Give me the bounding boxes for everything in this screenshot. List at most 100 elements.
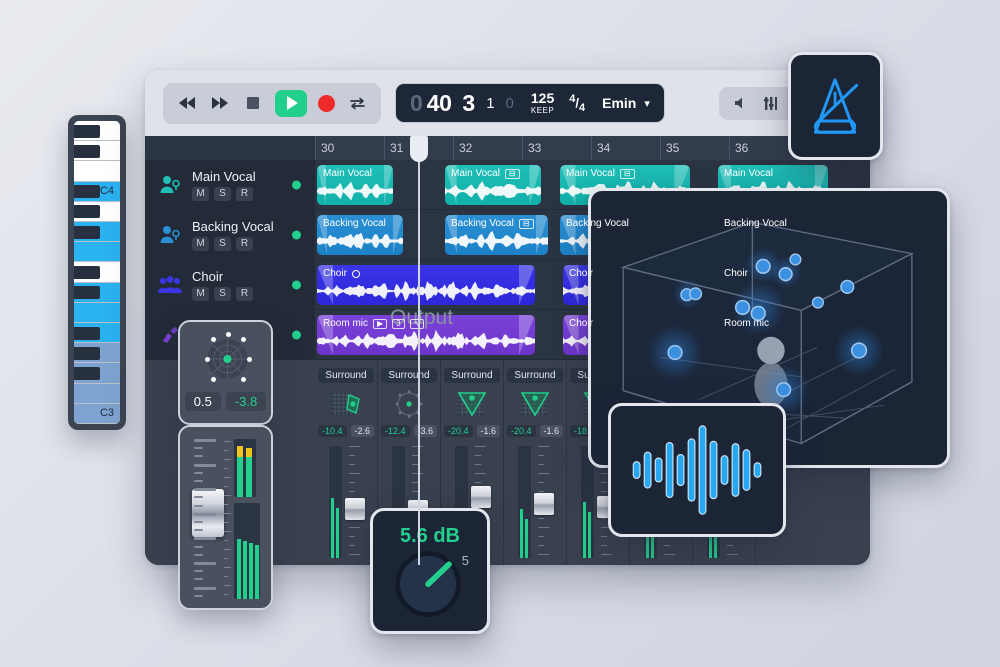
surround-grid-icon[interactable] [328, 388, 364, 420]
surround-cone-icon[interactable] [517, 388, 553, 420]
surround-panner-panel[interactable]: 0.5 -3.8 [178, 320, 273, 425]
panner-level-value[interactable]: -3.8 [225, 392, 267, 411]
strip-value-left[interactable]: -20.4 [443, 425, 473, 437]
strip-value-right[interactable]: -2.6 [350, 425, 375, 437]
track-record-indicator[interactable] [292, 180, 301, 189]
surround-cone-icon[interactable] [454, 388, 490, 420]
audio-clip[interactable]: Main Vocal ⊟ [445, 165, 541, 205]
piano-black-key[interactable] [74, 124, 100, 138]
record-button[interactable] [318, 94, 335, 112]
clip-label: Backing Vocal ⊟ [451, 218, 534, 229]
toolbar: 0 40 3 1 0 125 KEEP 4/4 Emin ▾ [145, 70, 870, 136]
track-record-indicator[interactable] [292, 280, 301, 289]
strip-controls [518, 446, 554, 558]
timeline-ruler[interactable]: 3031323334353637 [315, 136, 870, 160]
piano-keyboard[interactable]: C4 C3 [68, 115, 126, 430]
play-button[interactable] [275, 89, 307, 117]
fast-forward-button[interactable] [209, 92, 231, 114]
track-s-button[interactable]: S [214, 186, 231, 201]
track-m-button[interactable]: M [192, 286, 209, 301]
piano-black-key[interactable] [74, 367, 100, 380]
piano-white-key[interactable] [74, 302, 120, 323]
lcd-display[interactable]: 0 40 3 1 0 125 KEEP 4/4 Emin ▾ [395, 83, 665, 123]
track-r-button[interactable]: R [236, 286, 253, 301]
group-people-icon [158, 275, 182, 293]
piano-black-key[interactable] [74, 144, 100, 158]
audio-clip[interactable]: Choir [317, 265, 535, 305]
track-r-button[interactable]: R [236, 186, 253, 201]
track-header[interactable]: Main Vocal MSR [145, 160, 315, 209]
tempo-value: 125 [530, 90, 555, 106]
piano-black-key[interactable] [74, 225, 100, 239]
track-s-button[interactable]: S [214, 286, 231, 301]
channel-fader-panel[interactable] [178, 425, 273, 610]
surround-knob-icon[interactable] [391, 388, 427, 420]
strip-value-right[interactable]: -1.6 [476, 425, 501, 437]
piano-black-key[interactable] [74, 286, 100, 300]
knob-dial[interactable] [373, 550, 487, 626]
stop-button[interactable] [242, 92, 264, 114]
clip-label: Backing Vocal [566, 218, 629, 229]
track-info: Main Vocal MSR [192, 169, 256, 201]
panner-position-value[interactable]: 0.5 [184, 392, 221, 411]
knob-scale-label: 5 [461, 553, 469, 568]
clip-label: Main Vocal [724, 168, 773, 179]
ruler-mark: 30 [315, 136, 384, 160]
knob-value: 5.6 dB [399, 525, 461, 547]
piano-black-key[interactable] [74, 326, 100, 340]
strip-values: -10.4 -2.6 [317, 425, 375, 437]
strip-fader-handle[interactable] [471, 486, 491, 508]
strip-value-left[interactable]: -12.4 [380, 425, 410, 437]
strip-fader[interactable] [345, 446, 365, 558]
mixer-channel-strip[interactable]: Surround -10.4 -2.6 [315, 360, 378, 565]
strip-fader-handle[interactable] [345, 498, 365, 520]
piano-white-key[interactable] [74, 161, 120, 182]
loop-button[interactable] [346, 92, 368, 114]
time-signature[interactable]: 4/4 [569, 93, 585, 114]
tempo-field[interactable]: 125 KEEP [531, 91, 554, 115]
fader-track[interactable] [192, 439, 224, 597]
track-m-button[interactable]: M [192, 186, 209, 201]
track-record-indicator[interactable] [292, 330, 301, 339]
playhead-handle[interactable] [410, 136, 428, 162]
audio-clip[interactable]: Backing Vocal [317, 215, 403, 255]
track-record-indicator[interactable] [292, 230, 301, 239]
strip-fader[interactable] [534, 446, 554, 558]
clip-label: Choir [569, 268, 593, 279]
key-value: Emin [602, 95, 637, 111]
piano-black-key[interactable] [74, 266, 100, 279]
strip-fader-handle[interactable] [534, 493, 554, 515]
track-header[interactable]: Choir MSR [145, 260, 315, 309]
rewind-button[interactable] [176, 92, 198, 114]
ruler-mark: 33 [522, 136, 591, 160]
mixer-sliders-icon[interactable] [762, 95, 779, 112]
track-header[interactable]: Backing Vocal MSR [145, 210, 315, 259]
playhead[interactable] [410, 136, 428, 565]
strip-value-left[interactable]: -10.4 [317, 425, 347, 437]
speaker-icon[interactable] [732, 95, 749, 112]
audio-clip[interactable]: Backing Vocal ⊟ [445, 215, 548, 255]
lcd-ticks: 0 [505, 94, 514, 112]
piano-black-key[interactable] [74, 205, 100, 219]
waveform-visualizer-panel[interactable] [608, 403, 786, 537]
clip-play-icon[interactable]: ▶ [373, 318, 388, 329]
mixer-channel-strip[interactable]: Surround -20.4 -1.6 [504, 360, 567, 565]
track-name: Choir [192, 268, 224, 284]
strip-value-right[interactable]: -1.6 [539, 425, 564, 437]
piano-white-key[interactable] [74, 383, 120, 404]
strip-value-left[interactable]: -20.4 [506, 425, 536, 437]
metronome-panel[interactable] [788, 52, 883, 160]
gain-knob-panel[interactable]: 5.6 dB 5 [370, 508, 490, 634]
track-m-button[interactable]: M [192, 236, 209, 251]
fader-meters [223, 439, 260, 599]
audio-clip[interactable]: Main Vocal [317, 165, 393, 205]
track-s-button[interactable]: S [214, 236, 231, 251]
surround-panner-pad[interactable] [190, 332, 261, 386]
piano-keys[interactable]: C4 C3 [74, 121, 120, 424]
track-r-button[interactable]: R [236, 236, 253, 251]
piano-black-key[interactable] [74, 346, 100, 360]
piano-white-key[interactable] [74, 242, 120, 263]
piano-black-key[interactable] [74, 185, 100, 199]
key-selector[interactable]: Emin ▾ [602, 95, 650, 111]
clip-label: Main Vocal ⊟ [451, 168, 520, 179]
